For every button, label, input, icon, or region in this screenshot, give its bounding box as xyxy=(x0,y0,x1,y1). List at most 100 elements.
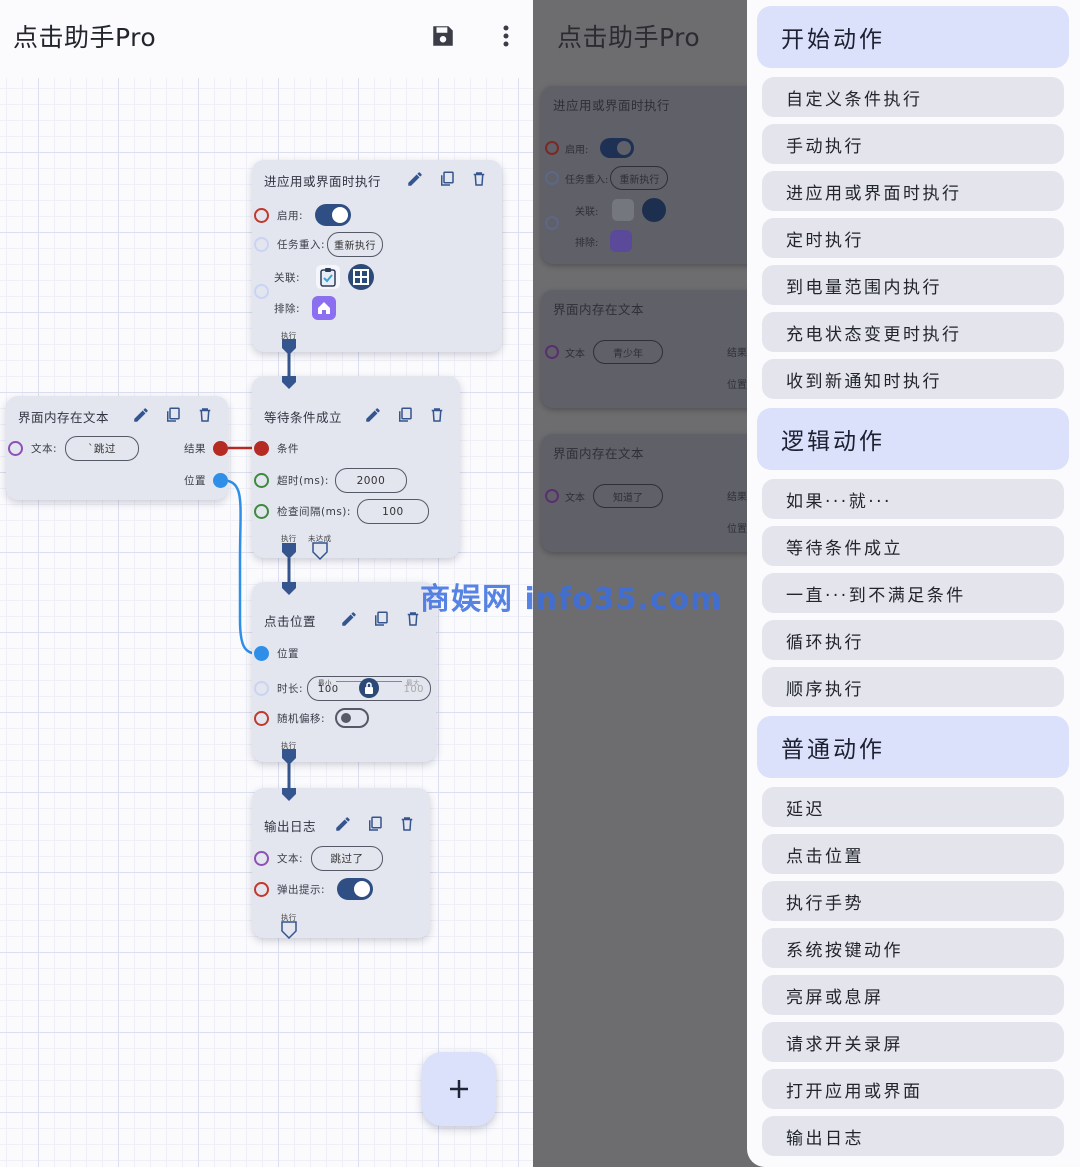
exclude-row: 排除: xyxy=(575,230,633,252)
enable-toggle[interactable] xyxy=(315,204,352,226)
drawer-action-item[interactable]: 请求开关录屏 xyxy=(762,1022,1064,1062)
copy-icon[interactable] xyxy=(162,404,184,426)
flow-out-arrow[interactable] xyxy=(281,542,297,560)
drawer-action-item[interactable]: 点击位置 xyxy=(762,834,1064,874)
node-wait-condition[interactable]: 等待条件成立 条件 超时(ms): 2000 检查间隔(ms): 100 执行 xyxy=(252,376,460,560)
timeout-input[interactable]: 2000 xyxy=(334,468,407,493)
reentry-select[interactable]: 重新执行 xyxy=(327,232,384,257)
result-port[interactable] xyxy=(213,441,228,456)
app-title-dimmed: 点击助手Pro xyxy=(557,23,701,52)
port-purple[interactable] xyxy=(8,441,23,456)
popup-toggle[interactable] xyxy=(337,878,374,900)
port-light[interactable] xyxy=(254,681,269,696)
log-text-input[interactable]: 跳过了 xyxy=(311,846,384,871)
port-light[interactable] xyxy=(254,237,269,252)
delete-icon[interactable] xyxy=(426,404,448,426)
node-click-position[interactable]: 点击位置 位置 时长: 最小 最大 100 100 随机偏移: 执行 xyxy=(252,582,436,765)
edit-icon[interactable] xyxy=(404,168,426,190)
home-app-icon[interactable] xyxy=(312,296,337,320)
related-row: 关联: xyxy=(575,198,667,222)
save-icon[interactable] xyxy=(428,20,458,52)
node-title: 等待条件成立 xyxy=(264,409,343,425)
copy-icon[interactable] xyxy=(436,168,458,190)
reentry-select: 重新执行 xyxy=(610,166,669,190)
port-light[interactable] xyxy=(254,284,269,299)
edit-icon[interactable] xyxy=(338,608,360,630)
port-green[interactable] xyxy=(254,473,269,488)
copy-icon[interactable] xyxy=(370,608,392,630)
home-app-icon xyxy=(610,230,633,252)
drawer-action-item[interactable]: 一直···到不满足条件 xyxy=(762,573,1064,613)
node-title: 界面内存在文本 xyxy=(553,446,645,461)
drawer-action-item[interactable]: 进应用或界面时执行 xyxy=(762,171,1064,211)
position-label: 位置 xyxy=(184,475,206,487)
condition-label: 条件 xyxy=(277,443,299,455)
drawer-action-item[interactable]: 如果···就··· xyxy=(762,479,1064,519)
node-screen-text[interactable]: 界面内存在文本 文本: `跳过 结果 位置 xyxy=(6,396,228,500)
node-title: 进应用或界面时执行 xyxy=(553,98,671,113)
delete-icon[interactable] xyxy=(468,168,490,190)
port-red[interactable] xyxy=(254,207,269,223)
min-value[interactable]: 100 xyxy=(318,684,339,695)
interval-input[interactable]: 100 xyxy=(356,499,429,524)
drawer-action-item[interactable]: 顺序执行 xyxy=(762,667,1064,707)
condition-row: 条件 xyxy=(254,441,299,456)
timeout-label: 超时(ms): xyxy=(277,475,329,487)
copy-icon[interactable] xyxy=(394,404,416,426)
drawer-action-item[interactable]: 输出日志 xyxy=(762,1116,1064,1156)
drawer-action-item[interactable]: 定时执行 xyxy=(762,218,1064,258)
position-port[interactable] xyxy=(254,646,269,661)
drawer-action-item[interactable]: 到电量范围内执行 xyxy=(762,265,1064,305)
port-red[interactable] xyxy=(254,710,269,726)
enable-row: 启用: xyxy=(545,138,635,158)
text-label: 文本 xyxy=(565,348,585,360)
drawer-action-item[interactable]: 收到新通知时执行 xyxy=(762,359,1064,399)
node-output-log[interactable]: 输出日志 文本: 跳过了 弹出提示: 执行 xyxy=(252,788,430,939)
drawer-section-header: 开始动作 xyxy=(757,6,1069,68)
drawer-action-item[interactable]: 充电状态变更时执行 xyxy=(762,312,1064,352)
flow-out-arrow[interactable] xyxy=(281,338,297,356)
drawer-action-item[interactable]: 等待条件成立 xyxy=(762,526,1064,566)
port-purple[interactable] xyxy=(254,851,269,866)
flow-in-arrow xyxy=(282,376,296,389)
related-label: 关联: xyxy=(575,206,599,218)
port-red[interactable] xyxy=(254,881,269,897)
node-title: 界面内存在文本 xyxy=(18,409,110,425)
drawer-action-item[interactable]: 打开应用或界面 xyxy=(762,1069,1064,1109)
node-enter-app[interactable]: 进应用或界面时执行 启用: 任务重入: 重新执行 关联: 排除: 执行 xyxy=(252,160,502,355)
drawer-action-item[interactable]: 亮屏或息屏 xyxy=(762,975,1064,1015)
drawer-action-item[interactable]: 系统按键动作 xyxy=(762,928,1064,968)
delete-icon[interactable] xyxy=(396,813,418,835)
text-input[interactable]: `跳过 xyxy=(65,436,140,461)
flow-out-fail-arrow[interactable] xyxy=(312,542,328,560)
drawer-action-item[interactable]: 执行手势 xyxy=(762,881,1064,921)
add-node-button[interactable] xyxy=(422,1052,496,1126)
reentry-label: 任务重入: xyxy=(565,174,609,186)
duration-range[interactable]: 最小 最大 100 100 xyxy=(307,676,432,701)
exclude-label: 排除: xyxy=(274,302,301,315)
port-green[interactable] xyxy=(254,504,269,519)
related-row: 关联: xyxy=(274,264,375,290)
edit-icon[interactable] xyxy=(130,404,152,426)
clipboard-app-icon[interactable] xyxy=(316,265,341,289)
text-label: 文本: xyxy=(31,443,58,455)
drawer-action-item[interactable]: 延迟 xyxy=(762,787,1064,827)
delete-icon[interactable] xyxy=(194,404,216,426)
flow-out-arrow[interactable] xyxy=(281,748,297,766)
edit-icon[interactable] xyxy=(362,404,384,426)
clipboard-app-icon xyxy=(612,199,635,221)
drawer-action-item[interactable]: 循环执行 xyxy=(762,620,1064,660)
max-value[interactable]: 100 xyxy=(403,684,424,695)
drawer-action-item[interactable]: 自定义条件执行 xyxy=(762,77,1064,117)
drawer-action-item[interactable]: 手动执行 xyxy=(762,124,1064,164)
lock-icon[interactable] xyxy=(359,678,380,698)
action-drawer: 开始动作自定义条件执行 手动执行进应用或界面时执行 定时执行到电量范围内执行 充电状态… xyxy=(747,0,1080,1167)
grid-app-icon[interactable] xyxy=(348,264,375,290)
condition-port[interactable] xyxy=(254,441,269,456)
position-port[interactable] xyxy=(213,473,228,488)
flow-out-arrow[interactable] xyxy=(281,921,297,939)
edit-icon[interactable] xyxy=(332,813,354,835)
offset-toggle[interactable] xyxy=(335,708,370,728)
copy-icon[interactable] xyxy=(364,813,386,835)
more-vert-icon[interactable] xyxy=(491,20,521,52)
